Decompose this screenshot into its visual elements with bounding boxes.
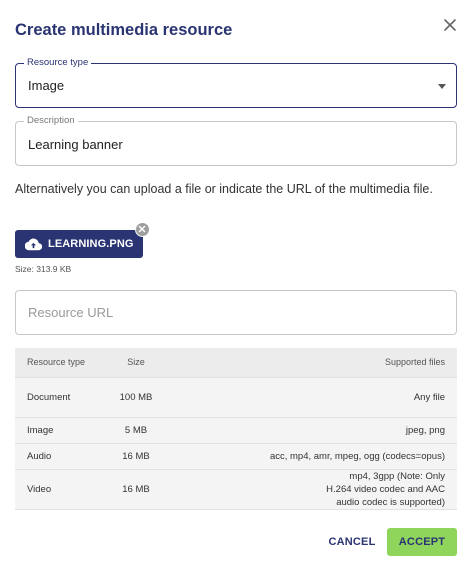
cell-files: jpeg, png <box>165 417 457 444</box>
table-row: Video 16 MB mp4, 3gpp (Note: Only H.264 … <box>15 469 457 510</box>
cell-size: 5 MB <box>107 417 165 444</box>
cell-type: Video <box>15 469 107 510</box>
cloud-upload-icon <box>25 238 42 250</box>
file-size-text: Size: 313.9 KB <box>15 264 72 274</box>
header-resource-type: Resource type <box>15 348 107 378</box>
description-legend: Description <box>24 115 78 127</box>
cell-type: Audio <box>15 443 107 470</box>
header-size: Size <box>107 348 165 378</box>
resource-type-legend: Resource type <box>24 57 92 69</box>
description-value: Learning banner <box>28 137 123 152</box>
cell-size: 16 MB <box>107 443 165 470</box>
resource-type-value: Image <box>28 78 65 93</box>
table-row: Document 100 MB Any file <box>15 377 457 418</box>
upload-helper-text: Alternatively you can upload a file or i… <box>15 182 433 196</box>
table-header-row: Resource type Size Supported files <box>15 348 457 378</box>
description-field[interactable]: Description Learning banner <box>15 115 457 166</box>
cell-type: Document <box>15 377 107 418</box>
remove-file-button[interactable] <box>135 222 150 237</box>
cell-size: 100 MB <box>107 377 165 418</box>
table-row: Image 5 MB jpeg, png <box>15 417 457 444</box>
close-icon <box>444 19 456 31</box>
resource-url-field[interactable] <box>15 290 457 335</box>
cell-files: acc, mp4, amr, mpeg, ogg (codecs=opus) <box>165 443 457 470</box>
cell-type: Image <box>15 417 107 444</box>
resource-url-input[interactable] <box>16 291 456 334</box>
header-supported-files: Supported files <box>165 348 457 378</box>
cancel-button[interactable]: CANCEL <box>322 528 382 556</box>
cell-size: 16 MB <box>107 469 165 510</box>
cell-files: Any file <box>165 377 457 418</box>
dialog-title: Create multimedia resource <box>15 21 233 39</box>
create-resource-dialog: Create multimedia resource Resource type… <box>0 0 468 568</box>
supported-formats-table: Resource type Size Supported files Docum… <box>15 348 457 510</box>
close-button[interactable] <box>439 14 461 36</box>
cell-files: mp4, 3gpp (Note: Only H.264 video codec … <box>165 469 457 510</box>
dropdown-arrow-icon <box>438 84 446 89</box>
uploaded-file-chip[interactable]: LEARNING.PNG <box>15 230 143 258</box>
uploaded-file-name: LEARNING.PNG <box>48 238 134 250</box>
resource-type-select[interactable]: Resource type Image <box>15 57 457 108</box>
accept-button[interactable]: ACCEPT <box>387 528 457 556</box>
remove-icon <box>138 225 146 233</box>
table-row: Audio 16 MB acc, mp4, amr, mpeg, ogg (co… <box>15 443 457 470</box>
